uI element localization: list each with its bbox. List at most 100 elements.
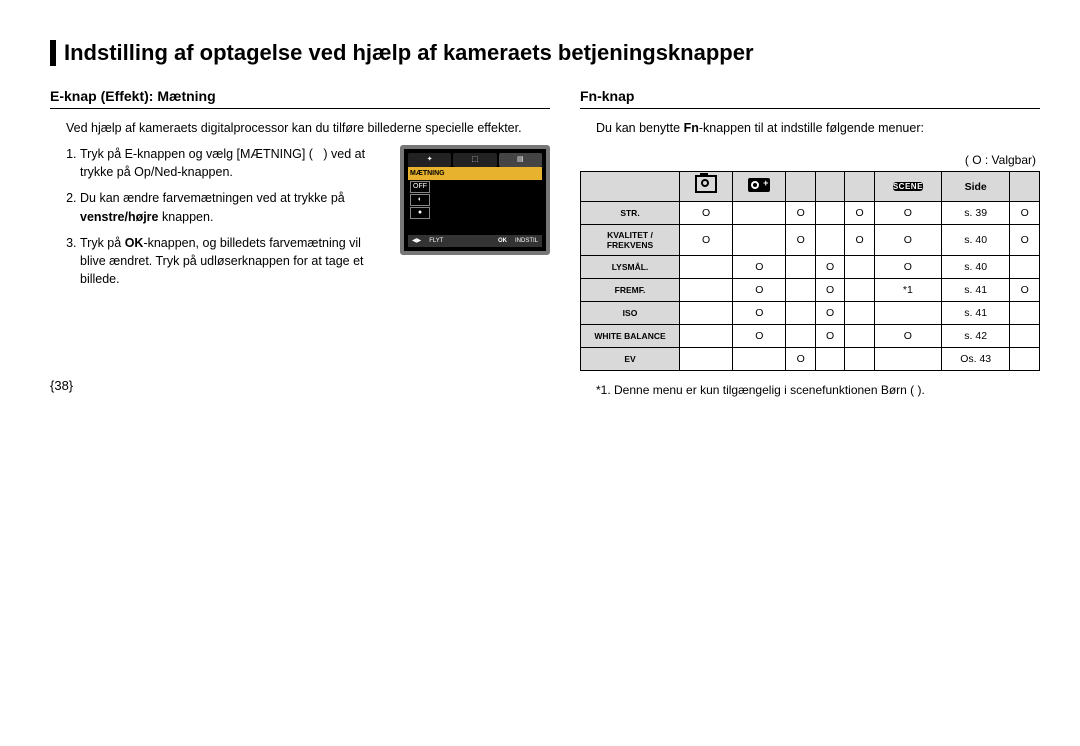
cell (680, 279, 733, 302)
cell-side: s. 41 (941, 279, 1010, 302)
cell-side: s. 41 (941, 302, 1010, 325)
cell (845, 302, 874, 325)
step-2: Du kan ændre farvemætningen ved at trykk… (80, 189, 380, 225)
row-label: EV (581, 348, 680, 371)
cell: O (680, 202, 733, 225)
cell: O (1010, 202, 1040, 225)
lcd-move-label: FLYT (429, 237, 443, 246)
table-row: KVALITET / FREKVENS O O O O s. 40 O (581, 225, 1040, 256)
scene-icon: SCENE (893, 182, 923, 191)
table-row: ISO O O s. 41 (581, 302, 1040, 325)
row-label: STR. (581, 202, 680, 225)
cell: O (845, 225, 874, 256)
table-footnote: *1. Denne menu er kun tilgængelig i scen… (596, 383, 1040, 397)
table-row: STR. O O O O s. 39 O (581, 202, 1040, 225)
lcd-title: MÆTNING (408, 167, 542, 180)
camera-plus-icon (748, 178, 770, 192)
cell (845, 325, 874, 348)
lcd-tab: ✦ (408, 153, 451, 167)
cell-side: s. 40 (941, 256, 1010, 279)
lcd-ok-label: OK (498, 237, 507, 246)
left-intro: Ved hjælp af kameraets digitalprocessor … (66, 119, 550, 137)
cell: O (733, 256, 786, 279)
cell (733, 202, 786, 225)
cell (733, 225, 786, 256)
cell (1010, 256, 1040, 279)
cell-side: Os. 43 (941, 348, 1010, 371)
header-blank (581, 172, 680, 202)
intro-text: -knappen til at indstille følgende menue… (699, 121, 924, 135)
header-mode-4 (815, 172, 844, 202)
cell: O (874, 325, 941, 348)
step-text: Tryk på E-knappen og vælg [MÆTNING] ( (80, 147, 313, 161)
right-intro: Du kan benytte Fn-knappen til at indstil… (596, 119, 1040, 137)
cell (815, 202, 844, 225)
cell: O (680, 225, 733, 256)
cell (874, 348, 941, 371)
cell (786, 279, 815, 302)
table-row: EV O Os. 43 (581, 348, 1040, 371)
lcd-set-label: INDSTIL (515, 237, 538, 246)
cell (786, 325, 815, 348)
step-3: Tryk på OK-knappen, og billedets farvemæ… (80, 234, 380, 288)
section-indicator (50, 40, 56, 66)
step-bold: venstre/højre (80, 210, 159, 224)
cell (815, 348, 844, 371)
table-row: WHITE BALANCE O O O s. 42 (581, 325, 1040, 348)
cell: O (733, 325, 786, 348)
cell: O (874, 202, 941, 225)
row-label: FREMF. (581, 279, 680, 302)
cell (680, 348, 733, 371)
right-column: Fn-knap Du kan benytte Fn-knappen til at… (580, 88, 1040, 397)
header-mode-5 (845, 172, 874, 202)
cell: O (1010, 279, 1040, 302)
cell (1010, 348, 1040, 371)
lcd-tab-selected: ▤ (499, 153, 542, 167)
cell: O (815, 302, 844, 325)
left-heading: E-knap (Effekt): Mætning (50, 88, 550, 109)
icon-placeholder (313, 147, 323, 161)
cell (845, 348, 874, 371)
cell: O (874, 256, 941, 279)
header-mode-scene: SCENE (874, 172, 941, 202)
table-header-row: SCENE Side (581, 172, 1040, 202)
cell-side: s. 42 (941, 325, 1010, 348)
row-label: LYSMÅL. (581, 256, 680, 279)
intro-text: Du kan benytte (596, 121, 684, 135)
cell: O (733, 302, 786, 325)
cell (680, 302, 733, 325)
cell: O (786, 348, 815, 371)
header-side: Side (941, 172, 1010, 202)
header-mode-3 (786, 172, 815, 202)
step-1: Tryk på E-knappen og vælg [MÆTNING] ( ) … (80, 145, 380, 181)
cell: O (815, 279, 844, 302)
fn-table: SCENE Side STR. O O O O s. 39 (580, 171, 1040, 371)
cell: O (874, 225, 941, 256)
cell: O (1010, 225, 1040, 256)
cell: O (786, 225, 815, 256)
intro-bold: Fn (684, 121, 699, 135)
right-heading: Fn-knap (580, 88, 1040, 109)
cell (1010, 325, 1040, 348)
table-legend: ( O : Valgbar) (580, 153, 1036, 167)
lcd-preview: ✦ ⬚ ▤ MÆTNING OFF ◐ ● ◀▶FLYT OK INDSTIL (400, 145, 550, 255)
cell (786, 256, 815, 279)
cell (874, 302, 941, 325)
table-row: LYSMÅL. O O O s. 40 (581, 256, 1040, 279)
cell-side: s. 39 (941, 202, 1010, 225)
row-label: ISO (581, 302, 680, 325)
cell (680, 325, 733, 348)
step-text: Tryk på (80, 236, 125, 250)
lcd-option-off: OFF (410, 181, 430, 193)
header-mode-cam (733, 172, 786, 202)
cell (845, 256, 874, 279)
cell: O (786, 202, 815, 225)
cell (1010, 302, 1040, 325)
cell-side: s. 40 (941, 225, 1010, 256)
row-label: WHITE BALANCE (581, 325, 680, 348)
section-header: Indstilling af optagelse ved hjælp af ka… (50, 40, 1040, 66)
lcd-option: ● (410, 207, 430, 219)
left-column: E-knap (Effekt): Mætning Ved hjælp af ka… (50, 88, 550, 397)
page-number: {38} (50, 378, 73, 393)
cell (815, 225, 844, 256)
